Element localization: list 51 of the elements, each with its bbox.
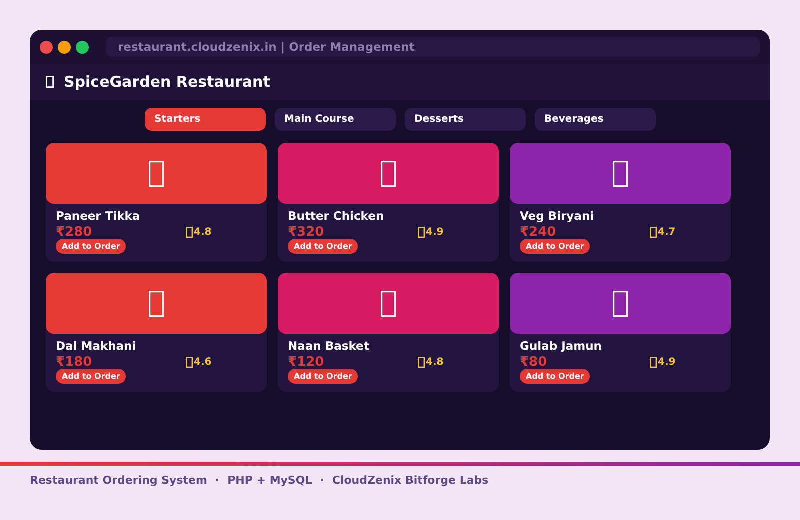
dish-price: ₹120: [288, 355, 326, 370]
maximize-icon[interactable]: [76, 40, 89, 54]
category-tab[interactable]: Starters: [144, 108, 266, 131]
missing-glyph-icon: [650, 357, 657, 368]
add-to-order-button[interactable]: Add to Order: [288, 239, 358, 254]
missing-glyph-icon: [186, 227, 193, 238]
missing-glyph-icon: [418, 227, 425, 238]
dish-rating: 4.8: [426, 357, 444, 368]
missing-glyph-icon: [149, 160, 164, 186]
add-to-order-button[interactable]: Add to Order: [520, 369, 590, 384]
dish-price: ₹320: [288, 225, 326, 240]
separator-dot: ·: [215, 474, 220, 487]
minimize-icon[interactable]: [58, 40, 71, 54]
address-bar[interactable]: restaurant.cloudzenix.in | Order Management: [106, 37, 760, 57]
category-tab[interactable]: Beverages: [534, 108, 656, 131]
dish-name: Naan Basket: [288, 339, 370, 353]
footer-text: CloudZenix Bitforge Labs: [332, 474, 489, 487]
dish-name: Butter Chicken: [288, 209, 386, 223]
footer-text: PHP + MySQL: [228, 474, 312, 487]
add-to-order-button[interactable]: Add to Order: [288, 369, 358, 384]
category-tab[interactable]: Main Course: [274, 108, 396, 131]
dish-name: Dal Makhani: [56, 339, 138, 353]
dish-rating: 4.8: [194, 227, 212, 238]
dish-name: Paneer Tikka: [56, 209, 142, 223]
missing-glyph-icon: [381, 160, 396, 186]
dish-name: Gulab Jamun: [520, 339, 603, 353]
missing-glyph-icon: [186, 357, 193, 368]
dish-rating: 4.9: [426, 227, 444, 238]
missing-glyph-icon: [46, 76, 54, 88]
category-tab[interactable]: Desserts: [404, 108, 526, 131]
footer-text: Restaurant Ordering System: [30, 474, 208, 487]
dish-rating: 4.6: [194, 357, 212, 368]
dish-price: ₹180: [56, 355, 94, 370]
dish-name: Veg Biryani: [520, 209, 596, 223]
dish-price: ₹240: [520, 225, 558, 240]
missing-glyph-icon: [149, 290, 164, 316]
missing-glyph-icon: [418, 357, 425, 368]
separator-dot: ·: [320, 474, 324, 487]
close-icon[interactable]: [40, 40, 53, 54]
missing-glyph-icon: [613, 290, 628, 316]
add-to-order-button[interactable]: Add to Order: [520, 239, 590, 254]
add-to-order-button[interactable]: Add to Order: [56, 369, 126, 384]
dish-price: ₹280: [56, 225, 94, 240]
missing-glyph-icon: [613, 160, 628, 186]
dish-price: ₹80: [520, 355, 548, 370]
dish-rating: 4.7: [658, 227, 676, 238]
missing-glyph-icon: [650, 227, 657, 238]
restaurant-title: SpiceGarden Restaurant: [64, 73, 270, 91]
missing-glyph-icon: [381, 290, 396, 316]
dish-rating: 4.9: [658, 357, 676, 368]
add-to-order-button[interactable]: Add to Order: [56, 239, 126, 254]
